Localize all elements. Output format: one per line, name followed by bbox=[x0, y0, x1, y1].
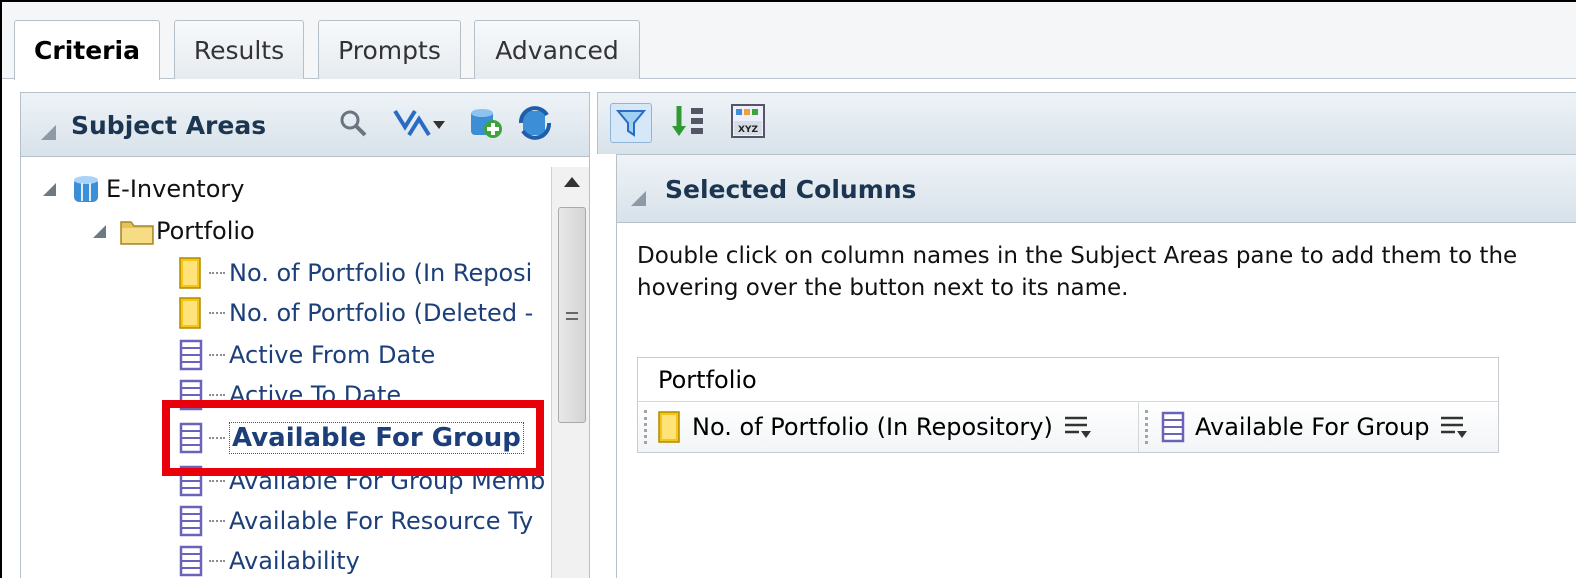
tree-root-e-inventory[interactable]: E-Inventory bbox=[43, 169, 244, 209]
tree-item-label: No. of Portfolio (In Reposi bbox=[229, 259, 533, 287]
filter-icon[interactable] bbox=[610, 103, 652, 143]
column-options-icon[interactable] bbox=[1063, 414, 1093, 440]
sort-order-icon[interactable] bbox=[670, 103, 706, 143]
add-subject-area-icon[interactable] bbox=[467, 105, 503, 141]
tab-label: Results bbox=[193, 35, 285, 65]
attribute-column-icon bbox=[1161, 411, 1185, 443]
tree-item-label: No. of Portfolio (Deleted - bbox=[229, 299, 534, 327]
tree-item-no-of-portfolio-in-repository[interactable]: No. of Portfolio (In Reposi bbox=[179, 253, 532, 293]
tab-criteria[interactable]: Criteria bbox=[14, 20, 160, 80]
tree-item-label: Active From Date bbox=[229, 341, 436, 369]
selected-columns-title: Selected Columns bbox=[665, 175, 917, 204]
tree-item-active-from-date[interactable]: Active From Date bbox=[179, 335, 435, 375]
tree-folder-portfolio[interactable]: Portfolio bbox=[93, 211, 255, 251]
selected-column-no-of-portfolio[interactable]: No. of Portfolio (In Repository) bbox=[638, 402, 1138, 452]
group-label: Portfolio bbox=[658, 365, 757, 394]
column-options-icon[interactable] bbox=[1439, 414, 1469, 440]
expand-icon[interactable] bbox=[43, 182, 56, 196]
measure-column-icon bbox=[179, 257, 205, 289]
attribute-column-icon bbox=[179, 545, 205, 577]
analysis-editor: Criteria Results Prompts Advanced Subjec… bbox=[0, 0, 1576, 578]
tab-bar: Criteria Results Prompts Advanced bbox=[2, 2, 1576, 80]
tree-connector bbox=[209, 394, 225, 396]
selected-columns-panel: Selected Columns Double click on column … bbox=[616, 154, 1576, 578]
collapse-pane-icon[interactable] bbox=[631, 191, 646, 206]
expand-icon[interactable] bbox=[93, 224, 106, 238]
grip-icon bbox=[566, 312, 578, 320]
drag-handle-icon[interactable] bbox=[1145, 410, 1149, 444]
svg-text:XYZ: XYZ bbox=[738, 125, 758, 135]
selected-columns-header: Selected Columns bbox=[617, 155, 1576, 223]
attribute-column-icon bbox=[179, 505, 205, 537]
collapse-pane-icon[interactable] bbox=[41, 125, 56, 140]
tree-scrollbar[interactable] bbox=[551, 167, 589, 578]
tree-item-availability[interactable]: Availability bbox=[179, 541, 360, 578]
attribute-column-icon bbox=[179, 339, 205, 371]
folder-icon bbox=[120, 221, 154, 245]
subject-area-icon bbox=[74, 176, 98, 202]
tab-prompts[interactable]: Prompts bbox=[318, 20, 461, 79]
refresh-icon[interactable] bbox=[517, 105, 553, 141]
group-header-portfolio[interactable]: Portfolio bbox=[638, 358, 1498, 402]
tab-label: Criteria bbox=[34, 36, 140, 65]
tree-item-available-for-resource-type[interactable]: Available For Resource Ty bbox=[179, 501, 533, 541]
tree-connector bbox=[209, 354, 225, 356]
criteria-toolbar: XYZ bbox=[597, 92, 1576, 154]
subject-areas-pane: Subject Areas E-Inventory Portfolio No. … bbox=[20, 92, 590, 578]
sort-icon[interactable] bbox=[391, 107, 447, 141]
tab-label: Advanced bbox=[495, 35, 619, 65]
selected-column-label: No. of Portfolio (In Repository) bbox=[692, 413, 1053, 441]
tree-item-label: Available For Resource Ty bbox=[229, 507, 534, 535]
highlight-box bbox=[162, 400, 544, 476]
subject-areas-title: Subject Areas bbox=[71, 111, 267, 140]
tree-connector bbox=[209, 272, 225, 274]
selected-column-available-for-group[interactable]: Available For Group bbox=[1138, 402, 1498, 452]
subject-areas-header: Subject Areas bbox=[21, 93, 589, 157]
column-properties-icon[interactable]: XYZ bbox=[728, 101, 768, 141]
selected-column-label: Available For Group bbox=[1195, 413, 1430, 441]
tab-results[interactable]: Results bbox=[174, 20, 304, 79]
scroll-up-icon[interactable] bbox=[564, 177, 580, 187]
scroll-thumb[interactable] bbox=[558, 207, 586, 423]
selected-columns-description-line1: Double click on column names in the Subj… bbox=[637, 243, 1518, 269]
selected-columns-description-line2: hovering over the button next to its nam… bbox=[637, 275, 1129, 301]
tree-root-label: E-Inventory bbox=[106, 175, 245, 203]
tab-label: Prompts bbox=[338, 35, 441, 65]
tree-folder-label: Portfolio bbox=[156, 217, 255, 245]
tree-item-no-of-portfolio-deleted[interactable]: No. of Portfolio (Deleted - bbox=[179, 293, 533, 333]
tree-connector bbox=[209, 480, 225, 482]
search-icon[interactable] bbox=[337, 107, 369, 139]
tab-advanced[interactable]: Advanced bbox=[474, 20, 640, 79]
tree-item-label: Availability bbox=[229, 547, 360, 575]
selected-columns-group: Portfolio No. of Portfolio (In Repositor… bbox=[637, 357, 1499, 453]
measure-column-icon bbox=[179, 297, 205, 329]
tree-connector bbox=[209, 312, 225, 314]
drag-handle-icon[interactable] bbox=[644, 410, 648, 444]
tree-connector bbox=[209, 560, 225, 562]
tree-connector bbox=[209, 520, 225, 522]
measure-column-icon bbox=[658, 411, 680, 443]
